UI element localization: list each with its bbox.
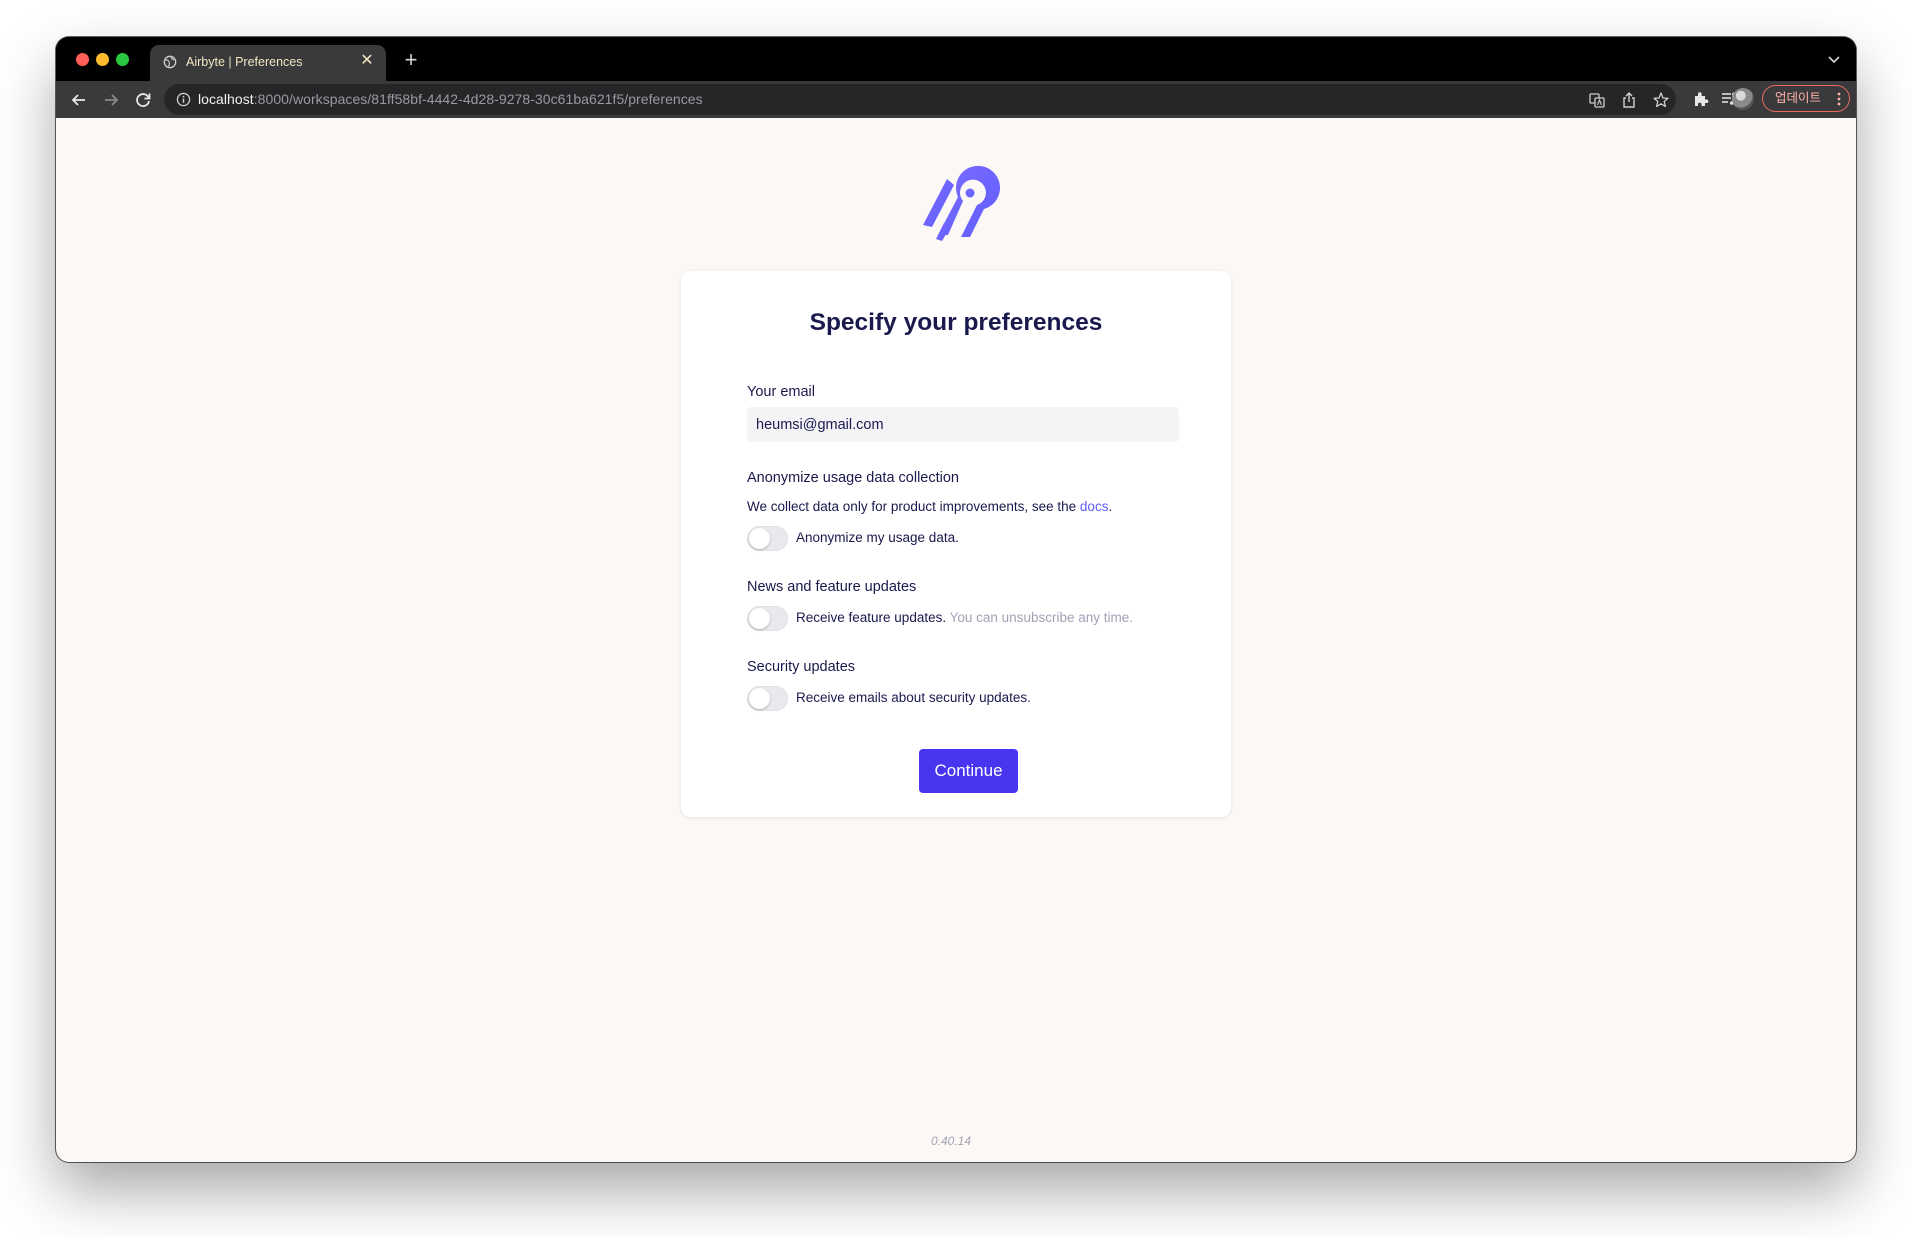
page-title: Specify your preferences [809, 309, 1103, 336]
back-icon[interactable] [68, 89, 90, 111]
info-icon[interactable] [176, 92, 191, 107]
preferences-card: Specify your preferences Your email Anon… [681, 271, 1231, 817]
toggle-knob [749, 528, 770, 549]
tab-title: Airbyte | Preferences [186, 55, 303, 69]
anonymize-description-end: . [1108, 499, 1113, 514]
docs-link[interactable]: docs [1080, 499, 1109, 514]
anonymize-toggle-label: Anonymize my usage data. [796, 530, 959, 545]
tab-strip: Airbyte | Preferences ✕ + [56, 37, 1856, 81]
security-toggle-row: Receive emails about security updates. [747, 685, 1187, 713]
share-icon[interactable] [1620, 91, 1638, 109]
update-label: 업데이트 [1775, 91, 1822, 105]
news-toggle-row: Receive feature updates. You can unsubsc… [747, 605, 1187, 633]
star-icon[interactable] [1652, 91, 1670, 109]
security-toggle-label: Receive emails about security updates. [796, 690, 1031, 705]
minimize-window-button[interactable] [96, 53, 109, 66]
anonymize-description-text: We collect data only for product improve… [747, 499, 1080, 514]
news-toggle-hint: You can unsubscribe any time. [949, 610, 1133, 625]
tab-airbyte-preferences[interactable]: Airbyte | Preferences ✕ [150, 45, 386, 81]
version-text: 0.40.14 [930, 1134, 972, 1148]
news-toggle-label: Receive feature updates. You can unsubsc… [796, 610, 1133, 625]
security-toggle[interactable] [747, 686, 788, 711]
browser-toolbar: localhost:8000/workspaces/81ff58bf-4442-… [56, 81, 1856, 118]
anonymize-toggle[interactable] [747, 526, 788, 551]
anonymize-description: We collect data only for product improve… [747, 499, 1112, 514]
airbyte-logo [923, 165, 1000, 241]
close-window-button[interactable] [76, 53, 89, 66]
toggle-knob [749, 688, 770, 709]
address-bar[interactable]: localhost:8000/workspaces/81ff58bf-4442-… [164, 84, 1676, 115]
toggle-knob [749, 608, 770, 629]
new-tab-button[interactable]: + [400, 49, 422, 71]
browser-window: Airbyte | Preferences ✕ + localhost:8000… [56, 37, 1856, 1162]
forward-icon[interactable] [100, 89, 122, 111]
globe-icon [163, 55, 177, 69]
email-field[interactable] [747, 407, 1179, 442]
url-path: :8000/workspaces/81ff58bf-4442-4d28-9278… [253, 91, 703, 107]
anonymize-label: Anonymize usage data collection [747, 470, 959, 486]
email-label: Your email [747, 384, 815, 400]
url-text[interactable]: localhost:8000/workspaces/81ff58bf-4442-… [198, 91, 703, 107]
url-host: localhost [198, 91, 254, 107]
tab-close-icon[interactable]: ✕ [358, 52, 376, 70]
extensions-icon[interactable] [1692, 90, 1710, 108]
maximize-window-button[interactable] [116, 53, 129, 66]
continue-button[interactable]: Continue [919, 749, 1018, 793]
news-toggle[interactable] [747, 606, 788, 631]
reload-icon[interactable] [132, 89, 154, 111]
profile-avatar[interactable] [1732, 88, 1754, 110]
more-icon[interactable] [1837, 92, 1841, 106]
security-label: Security updates [747, 659, 856, 675]
page-content: Specify your preferences Your email Anon… [56, 118, 1856, 1162]
chevron-down-icon[interactable] [1824, 49, 1844, 69]
anonymize-toggle-row: Anonymize my usage data. [747, 525, 1187, 553]
update-button[interactable]: 업데이트 [1762, 85, 1850, 112]
news-toggle-text: Receive feature updates. [796, 610, 947, 625]
news-label: News and feature updates [747, 579, 917, 595]
translate-icon[interactable] [1588, 91, 1606, 109]
